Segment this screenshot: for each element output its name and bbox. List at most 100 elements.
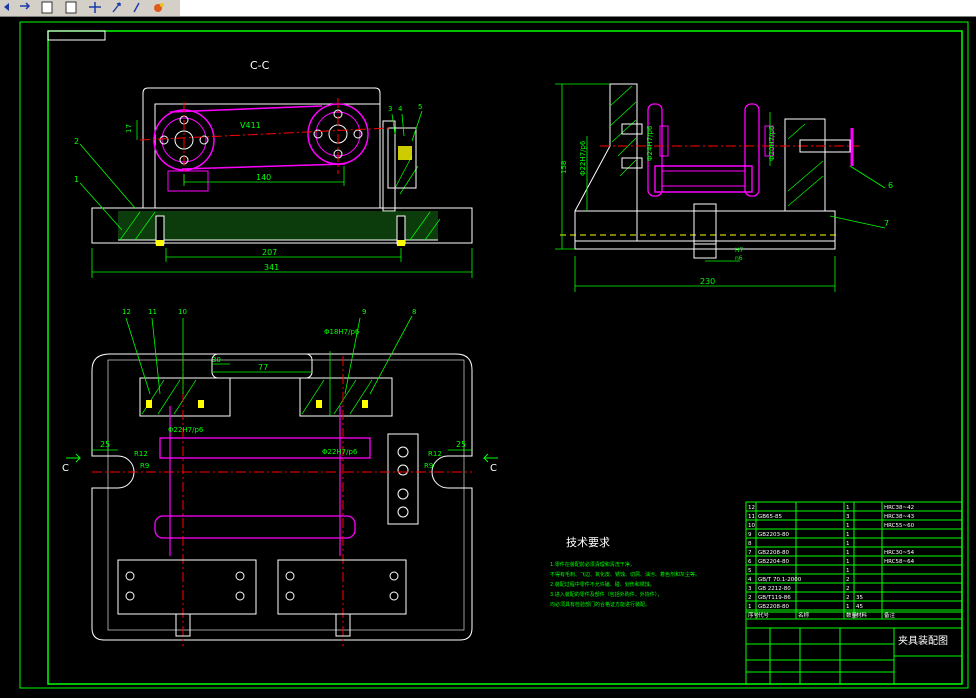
bom-cell: GB2208-80: [758, 550, 790, 556]
fit-n6: n6: [735, 255, 743, 262]
section-title: C-C: [250, 59, 270, 72]
bom-cell: HRC58~64: [884, 559, 915, 565]
bom-cell: 1: [846, 532, 850, 538]
tech-line-3: 2.装配过程中零件不允许磕、碰、划伤和锈蚀。: [550, 581, 655, 588]
bom-cell: 1: [846, 559, 850, 565]
bom-cell: 1: [846, 604, 850, 610]
balloon-10: 10: [178, 308, 187, 316]
balloon-3: 3: [388, 105, 392, 113]
bom-cell: 35: [856, 595, 863, 601]
dim-v411: V411: [240, 121, 261, 130]
bom-cell: 11: [748, 514, 755, 520]
bom-cell: 1: [748, 604, 752, 610]
bom-cell: 1: [846, 541, 850, 547]
bom-cell: HRC55~60: [884, 523, 915, 529]
corner-tag: [47, 30, 106, 41]
section-marker-right: C: [490, 463, 497, 474]
dim-25-right: 25: [456, 440, 466, 449]
bom-cell: 2: [846, 586, 850, 592]
toolbar: [0, 0, 976, 17]
radius-r12-left: R12: [134, 450, 148, 458]
fit-18h7p6: Φ18H7/p6: [324, 328, 360, 336]
outer-frame: [19, 21, 969, 689]
tech-line-4: 3.进入装配的零件及部件（包括外购件、外协件），: [550, 591, 662, 598]
title-block: 夹具装配图: [745, 611, 963, 685]
radius-r9-right: R9: [424, 462, 433, 470]
side-view: 230 158 Φ22H7/p6 Φ24H7/p6 Φ20H7/p6 H7 n6…: [555, 83, 893, 292]
toolbar-blank-area: [180, 0, 976, 16]
bom-cell: GB2204-80: [758, 559, 790, 565]
balloon-2: 2: [74, 137, 79, 146]
section-view-cc: C-C 341 207 140 17 V411 1 2 3 4 5: [74, 59, 473, 278]
tech-line-5: 均必须具有检验部门的合格证方能进行装配。: [550, 601, 650, 608]
balloon-12: 12: [122, 308, 131, 316]
title-block-name: 夹具装配图: [898, 634, 948, 647]
bom-cell: 1: [846, 523, 850, 529]
bom-cell: 6: [748, 559, 752, 565]
balloon-5: 5: [418, 103, 422, 111]
balloon-4: 4: [398, 105, 403, 113]
tech-line-1: 1.零件在装配前必须清理和清洗干净，: [550, 561, 635, 568]
balloon-1: 1: [74, 175, 79, 184]
bom-table: 12 1 HRC38~4211 GB65-85 3 HRC38~4310 1 HRC55~60…: [745, 501, 963, 620]
bom-cell: GB2203-80: [758, 532, 790, 538]
plan-view: C C 25 25 77 30 Φ18H7/p6 Φ22H7/p6 Φ22H7/…: [62, 308, 498, 646]
dim-207: 207: [262, 248, 277, 257]
move-icon[interactable]: [88, 1, 102, 14]
fit-22h7p6-side: Φ22H7/p6: [579, 140, 587, 176]
radius-r12-right: R12: [428, 450, 442, 458]
paint-icon[interactable]: [152, 1, 166, 14]
bom-cell: 1: [846, 550, 850, 556]
balloon-8: 8: [412, 308, 416, 316]
rotate-icon[interactable]: [110, 1, 124, 14]
bom-cell: 1: [846, 568, 850, 574]
open-icon[interactable]: [64, 1, 78, 14]
fit-24h7p6-side: Φ24H7/p6: [646, 125, 654, 161]
dim-158: 158: [560, 161, 568, 174]
bom-cell: GB/T119-86: [758, 595, 791, 601]
dim-341: 341: [264, 263, 279, 272]
bom-cell: 5: [748, 568, 752, 574]
bom-cell: 10: [748, 523, 755, 529]
fit-20h7p6-side: Φ20H7/p6: [768, 125, 776, 161]
dim-140: 140: [256, 173, 271, 182]
bom-cell: 9: [748, 532, 752, 538]
dim-77: 77: [258, 363, 268, 372]
drawing-canvas[interactable]: C-C 341 207 140 17 V411 1 2 3 4 5 230 15…: [0, 16, 976, 698]
section-marker-left: C: [62, 463, 69, 474]
radius-r9-left: R9: [140, 462, 149, 470]
fit-22h7p6-plan-b: Φ22H7/p6: [322, 448, 358, 456]
bom-cell: 7: [748, 550, 752, 556]
balloon-11: 11: [148, 308, 157, 316]
bom-cell: 4: [748, 577, 752, 583]
bom-cell: 12: [748, 505, 755, 511]
bom-cell: 2: [748, 595, 752, 601]
redo-icon[interactable]: [18, 1, 32, 14]
balloon-6: 6: [888, 181, 893, 190]
bom-cell: 2: [846, 595, 850, 601]
bom-cell: HRC38~43: [884, 514, 915, 520]
dim-25-left: 25: [100, 440, 110, 449]
bom-cell: GB65-85: [758, 514, 783, 520]
dim-17: 17: [125, 124, 133, 133]
bom-cell: 3: [748, 586, 752, 592]
bom-cell: 45: [856, 604, 863, 610]
fit-22h7p6-plan-a: Φ22H7/p6: [168, 426, 204, 434]
bom-cell: 8: [748, 541, 752, 547]
balloon-9: 9: [362, 308, 366, 316]
undo-icon[interactable]: [2, 1, 16, 14]
bom-cell: HRC38~42: [884, 505, 914, 511]
bom-cell: 3: [846, 514, 850, 520]
stretch-icon[interactable]: [130, 1, 144, 14]
fit-h7: H7: [735, 247, 744, 254]
bom-cell: GB 2212-80: [758, 586, 791, 592]
bom-cell: 1: [846, 505, 850, 511]
bom-cell: 2: [846, 577, 850, 583]
balloon-7: 7: [884, 219, 889, 228]
bom-cell: HRC30~54: [884, 550, 915, 556]
new-icon[interactable]: [40, 1, 54, 14]
tech-title: 技术要求: [566, 536, 610, 549]
bom-cell: GB/T 70.1-2000: [758, 577, 802, 583]
tech-requirements: 技术要求 1.零件在装配前必须清理和清洗干净， 不得有毛刺、飞边、氧化皮、锈蚀、…: [550, 536, 700, 608]
bom-cell: GB2208-80: [758, 604, 790, 610]
